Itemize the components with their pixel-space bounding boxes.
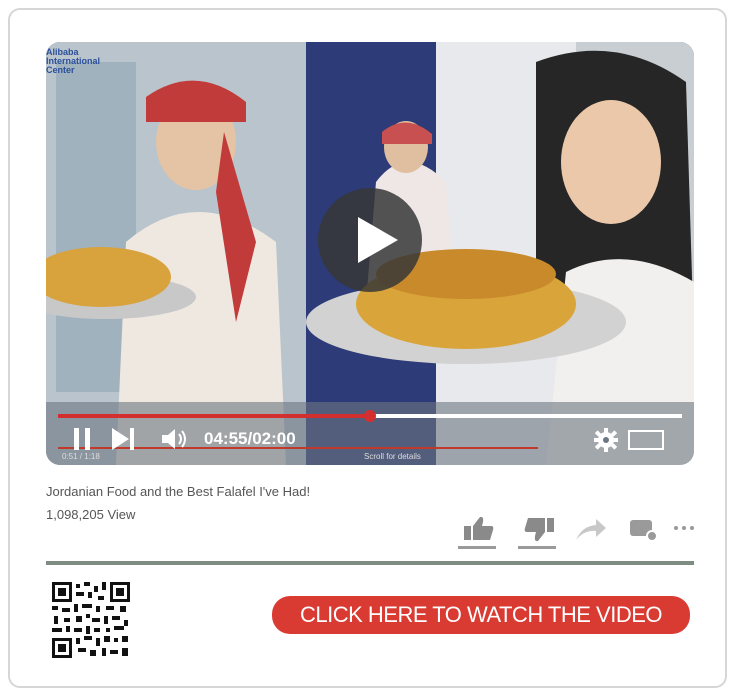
share-icon[interactable] bbox=[574, 514, 608, 548]
divider bbox=[46, 561, 694, 565]
thumbs-down-icon[interactable] bbox=[518, 514, 556, 549]
thumbs-up-icon[interactable] bbox=[458, 514, 496, 549]
video-title: Jordanian Food and the Best Falafel I've… bbox=[46, 484, 311, 499]
fullscreen-icon[interactable] bbox=[628, 430, 664, 450]
settings-gear-icon[interactable] bbox=[594, 428, 618, 452]
channel-watermark: Alibaba International Center bbox=[46, 47, 101, 75]
pause-icon[interactable] bbox=[74, 428, 90, 450]
dislike-underline bbox=[518, 546, 556, 549]
more-icon[interactable] bbox=[670, 514, 704, 548]
video-player[interactable]: Alibaba International Center 0:51 / 1:18… bbox=[46, 42, 694, 465]
qr-code-icon bbox=[50, 580, 132, 660]
watch-video-button[interactable]: CLICK HERE TO WATCH THE VIDEO bbox=[272, 596, 690, 634]
next-icon[interactable] bbox=[112, 428, 136, 450]
view-count: 1,098,205 View bbox=[46, 507, 136, 522]
play-icon[interactable] bbox=[318, 188, 422, 292]
volume-icon[interactable] bbox=[160, 428, 190, 450]
comment-icon[interactable] bbox=[628, 514, 662, 548]
progress-bar[interactable] bbox=[58, 410, 682, 422]
time-display: 04:55/02:00 bbox=[204, 429, 296, 448]
progress-handle[interactable] bbox=[364, 410, 376, 422]
action-bar bbox=[458, 514, 704, 554]
player-controls: 04:55/02:00 bbox=[46, 422, 694, 465]
like-underline bbox=[458, 546, 496, 549]
progress-fill bbox=[58, 414, 370, 418]
